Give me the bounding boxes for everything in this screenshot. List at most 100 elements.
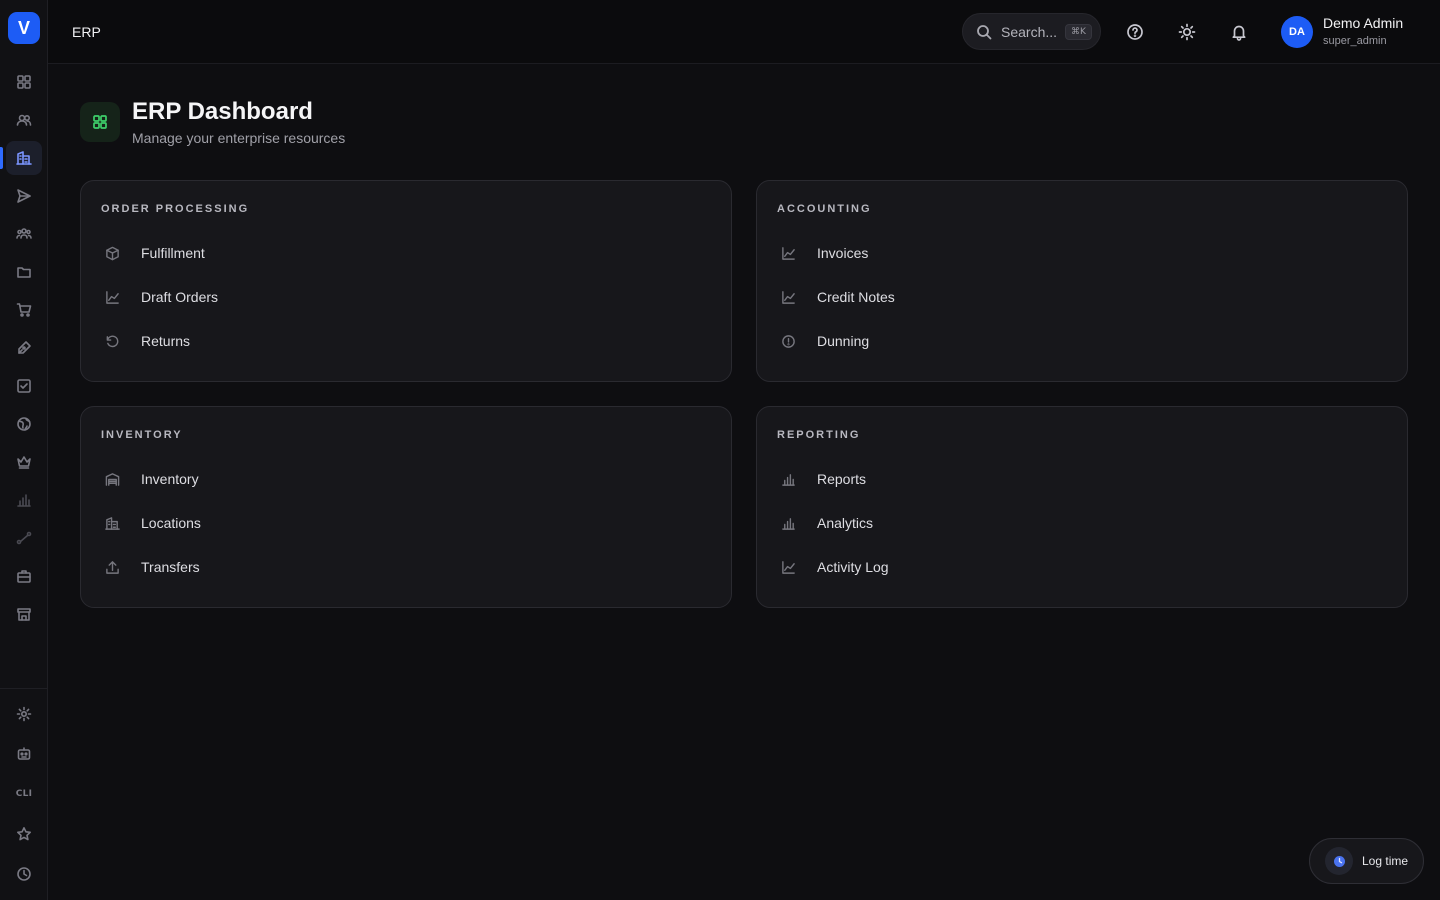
checkbox-icon <box>17 379 31 393</box>
sidebar-item-routes[interactable] <box>6 521 42 555</box>
page-subtitle: Manage your enterprise resources <box>132 130 346 146</box>
grid-icon <box>93 115 107 129</box>
card-title: ORDER PROCESSING <box>101 203 250 215</box>
link-label: Activity Log <box>817 559 889 575</box>
link-transfers[interactable]: Transfers <box>105 549 665 585</box>
card-title: ACCOUNTING <box>777 203 872 215</box>
cli-icon: CLI <box>15 789 33 799</box>
link-label: Returns <box>141 333 191 349</box>
sidebar-item-cli[interactable]: CLI <box>6 777 42 811</box>
link-credit-notes[interactable]: Credit Notes <box>781 279 1341 315</box>
trend-icon <box>782 246 795 260</box>
sidebar-divider <box>0 688 48 689</box>
pen-icon <box>18 341 31 354</box>
card-accounting: ACCOUNTING Invoices Credit Notes Dunning <box>756 180 1408 382</box>
sidebar-item-jobs[interactable] <box>6 559 42 593</box>
help-button[interactable] <box>1123 20 1147 44</box>
send-icon <box>17 189 31 203</box>
sidebar-item-design[interactable] <box>6 331 42 365</box>
sidebar-item-automation[interactable] <box>6 737 42 771</box>
route-icon <box>16 531 32 545</box>
cart-icon <box>16 303 32 317</box>
card-title: REPORTING <box>777 429 861 441</box>
sidebar-item-commerce[interactable] <box>6 293 42 327</box>
link-fulfillment[interactable]: Fulfillment <box>105 235 665 271</box>
link-label: Reports <box>817 471 867 487</box>
building-icon <box>16 151 32 165</box>
search-icon <box>977 24 992 39</box>
sidebar-item-premium[interactable] <box>6 445 42 479</box>
link-activity-log[interactable]: Activity Log <box>781 549 1341 585</box>
sidebar-item-contacts[interactable] <box>6 103 42 137</box>
sidebar-item-store[interactable] <box>6 597 42 631</box>
clock-icon <box>17 867 31 881</box>
card-reporting: REPORTING Reports Analytics Activity Log <box>756 406 1408 608</box>
sidebar-item-stats[interactable] <box>6 483 42 517</box>
sidebar-item-erp[interactable] <box>6 141 42 175</box>
sidebar-item-web[interactable] <box>6 407 42 441</box>
building-icon <box>105 516 120 530</box>
user-avatar[interactable]: DA <box>1281 16 1313 48</box>
robot-icon <box>17 747 31 760</box>
page-icon <box>80 102 120 142</box>
sidebar-item-teams[interactable] <box>6 217 42 251</box>
sidebar-item-dashboard[interactable] <box>6 65 42 99</box>
link-label: Credit Notes <box>817 289 895 305</box>
star-icon <box>17 827 31 841</box>
undo-icon <box>106 335 119 347</box>
card-inventory: INVENTORY Inventory Locations Transfers <box>80 406 732 608</box>
link-label: Fulfillment <box>141 245 205 261</box>
trend-icon <box>782 290 795 304</box>
app-root: V CLI ERP Search... ⌘K DA Demo Admin sup… <box>0 0 1440 900</box>
help-icon <box>1127 24 1143 40</box>
topbar: ERP Search... ⌘K DA Demo Admin super_adm… <box>48 0 1440 64</box>
team-icon <box>16 228 32 239</box>
theme-toggle-button[interactable] <box>1175 20 1199 44</box>
app-logo[interactable]: V <box>8 12 40 44</box>
log-time-button[interactable]: Log time <box>1309 838 1424 884</box>
app-section-title: ERP <box>72 24 101 40</box>
sidebar-item-settings[interactable] <box>6 697 42 731</box>
bar-chart-icon <box>17 494 31 507</box>
box-icon <box>106 246 119 260</box>
store-icon <box>17 608 31 621</box>
notifications-button[interactable] <box>1227 20 1251 44</box>
link-locations[interactable]: Locations <box>105 505 665 541</box>
grid-icon <box>17 75 31 89</box>
link-invoices[interactable]: Invoices <box>781 235 1341 271</box>
link-returns[interactable]: Returns <box>105 323 665 359</box>
users-icon <box>16 114 32 126</box>
trend-icon <box>106 290 119 304</box>
sidebar-item-files[interactable] <box>6 255 42 289</box>
search-placeholder: Search... <box>1001 23 1058 40</box>
bar-chart-icon <box>782 473 795 486</box>
link-analytics[interactable]: Analytics <box>781 505 1341 541</box>
page-title: ERP Dashboard <box>132 98 313 125</box>
trend-icon <box>782 560 795 574</box>
link-reports[interactable]: Reports <box>781 461 1341 497</box>
sidebar-item-tasks[interactable] <box>6 369 42 403</box>
folder-icon <box>17 267 31 278</box>
link-inventory[interactable]: Inventory <box>105 461 665 497</box>
sun-icon <box>1178 23 1196 41</box>
card-order-processing: ORDER PROCESSING Fulfillment Draft Order… <box>80 180 732 382</box>
upload-icon <box>106 560 119 574</box>
crown-icon <box>17 456 31 469</box>
sidebar-item-history[interactable] <box>6 857 42 891</box>
link-draft-orders[interactable]: Draft Orders <box>105 279 665 315</box>
globe-icon <box>17 417 31 431</box>
bar-chart-icon <box>782 517 795 530</box>
alert-circle-icon <box>782 334 795 348</box>
link-label: Inventory <box>141 471 199 487</box>
search-input[interactable]: Search... ⌘K <box>962 13 1101 50</box>
user-name[interactable]: Demo Admin <box>1323 15 1403 31</box>
link-label: Analytics <box>817 515 874 531</box>
bell-icon <box>1232 25 1246 41</box>
link-label: Dunning <box>817 333 870 349</box>
card-title: INVENTORY <box>101 429 183 441</box>
gear-icon <box>16 706 32 722</box>
log-time-label: Log time <box>1362 854 1409 868</box>
sidebar-item-favorites[interactable] <box>6 817 42 851</box>
sidebar-item-campaigns[interactable] <box>6 179 42 213</box>
link-dunning[interactable]: Dunning <box>781 323 1341 359</box>
